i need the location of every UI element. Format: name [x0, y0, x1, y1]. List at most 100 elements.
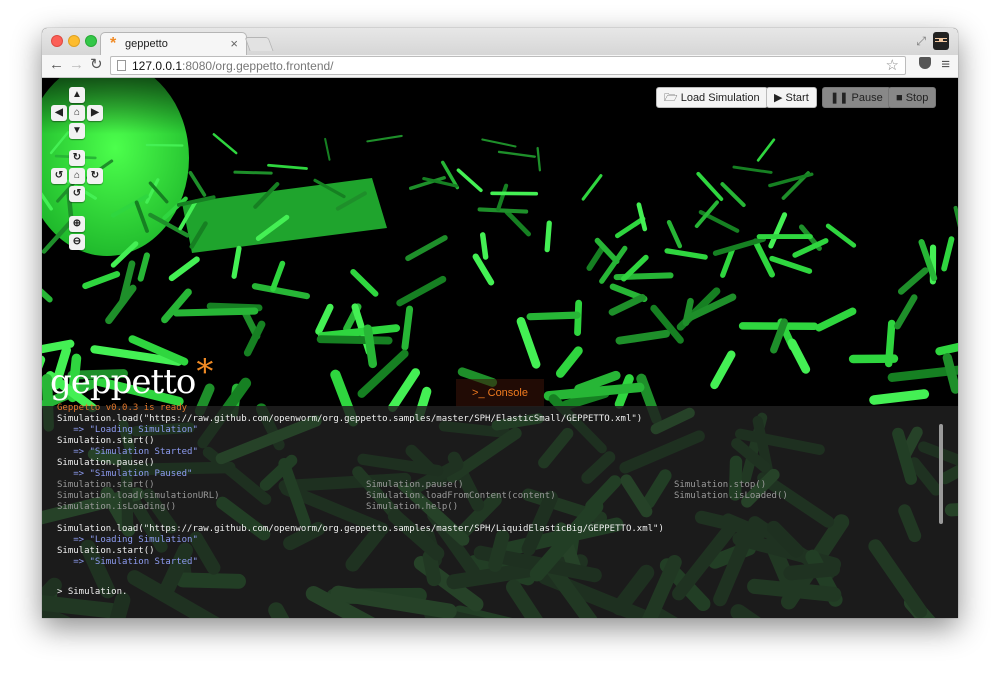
new-tab-button[interactable] — [244, 37, 274, 51]
neuron-branch — [206, 302, 263, 312]
neuron-branch — [787, 338, 811, 374]
neuron-branch — [615, 329, 670, 345]
neuron-branch — [894, 294, 918, 330]
rotate-up-button[interactable]: ↻ — [69, 150, 85, 166]
pan-right-button[interactable]: ▶ — [87, 105, 103, 121]
play-icon: ▶ — [774, 92, 786, 104]
back-arrow-icon[interactable]: ← — [49, 56, 64, 74]
pause-button[interactable]: ❚❚ Pause — [822, 87, 891, 108]
console-line: Simulation.pause() — [57, 458, 155, 468]
neuron-branch — [396, 275, 447, 307]
console-line: Simulation.start() — [57, 546, 155, 556]
stop-icon: ■ — [896, 92, 906, 104]
zoom-out-button[interactable]: ⊖ — [69, 234, 85, 250]
neuron-branch — [710, 350, 736, 390]
neuron-branch — [608, 294, 646, 316]
geppetto-logo: geppetto* — [50, 352, 213, 402]
console-input[interactable]: > Simulation. — [57, 587, 127, 598]
neuron-branch — [316, 335, 393, 345]
stop-button[interactable]: ■ Stop — [888, 87, 937, 108]
address-bar[interactable]: 127.0.0.1:8080/org.geppetto.frontend/ ☆ — [110, 56, 906, 75]
window-minimize-button[interactable] — [68, 35, 80, 47]
tab-title: geppetto — [125, 38, 168, 50]
console-output-line: => "Simulation Paused" — [57, 469, 193, 479]
extension-shield-icon[interactable] — [919, 57, 931, 69]
geppetto-viewport[interactable]: ▲ ◀ ⌂ ▶ ▼ ↻ ↺ ⌂ ↻ ↺ ⊕ ⊖ 🗁 Load Simulatio… — [42, 78, 958, 618]
start-button[interactable]: ▶ Start — [766, 87, 817, 108]
zoom-in-button[interactable]: ⊕ — [69, 216, 85, 232]
neuron-branch — [231, 245, 242, 279]
reload-icon[interactable]: ↻ — [90, 56, 103, 74]
neuron-branch — [664, 248, 708, 260]
neuron-branch — [869, 389, 930, 405]
neuron-branch — [720, 247, 735, 278]
rotate-left-button[interactable]: ↺ — [51, 168, 67, 184]
tab-close-icon[interactable]: × — [230, 36, 238, 51]
window-close-button[interactable] — [51, 35, 63, 47]
console-hint: Simulation.start() — [57, 480, 155, 490]
browser-toolbar: ← → ↻ 127.0.0.1:8080/org.geppetto.fronte… — [42, 55, 958, 78]
menu-icon[interactable]: ≡ — [941, 56, 950, 73]
neuron-branch — [350, 268, 379, 297]
neuron-branch — [479, 232, 489, 260]
neuron-branch — [942, 353, 958, 394]
neuron-branch — [388, 368, 421, 412]
window-maximize-button[interactable] — [85, 35, 97, 47]
pan-left-button[interactable]: ◀ — [51, 105, 67, 121]
console-scrollbar[interactable] — [939, 424, 943, 524]
neuron-branch — [401, 305, 414, 351]
url-text[interactable]: 127.0.0.1:8080/org.geppetto.frontend/ — [132, 59, 334, 73]
console-hint: Simulation.isLoaded() — [674, 491, 788, 501]
neuron-branch — [405, 235, 448, 262]
neuron-branch — [884, 319, 896, 368]
console-output-line: => "Loading Simulation" — [57, 425, 198, 435]
load-simulation-button[interactable]: 🗁 Load Simulation — [656, 87, 768, 108]
neuron-branch — [769, 255, 813, 274]
neuron-branch — [270, 260, 286, 292]
console-line: Simulation.start() — [57, 436, 155, 446]
neuron-branch — [42, 288, 53, 303]
rotate-home-button[interactable]: ⌂ — [69, 168, 85, 184]
console-output-line: => "Simulation Started" — [57, 447, 198, 457]
console-hint: Simulation.loadFromContent(content) — [366, 491, 556, 501]
rotate-right-button[interactable]: ↻ — [87, 168, 103, 184]
console-panel[interactable]: Geppetto v0.0.3 is ready Simulation.load… — [42, 403, 958, 618]
console-ready-line: Geppetto v0.0.3 is ready — [57, 403, 188, 413]
console-hint: Simulation.stop() — [674, 480, 767, 490]
neuron-branch — [251, 283, 310, 300]
console-hint: Simulation.help() — [366, 502, 459, 512]
console-line: Simulation.load("https://raw.github.com/… — [57, 524, 664, 534]
neuron-branch — [516, 316, 541, 369]
console-output-line: => "Simulation Started" — [57, 557, 198, 567]
neuron-branch — [168, 256, 200, 282]
console-toggle-tab[interactable]: >_ Console — [456, 379, 544, 407]
terminal-icon: >_ — [472, 387, 488, 399]
neuron-branch — [941, 236, 955, 272]
browser-window: * geppetto × ⤢ ← → ↻ 127.0.0.1:8080/org.… — [42, 28, 958, 618]
neuron-branch — [82, 271, 121, 290]
forward-arrow-icon[interactable]: → — [69, 56, 84, 74]
tab-strip: * geppetto × ⤢ — [42, 28, 958, 56]
browser-tab[interactable]: * geppetto × — [100, 32, 247, 56]
pan-up-button[interactable]: ▲ — [69, 87, 85, 103]
console-hint: Simulation.pause() — [366, 480, 464, 490]
fullscreen-icon[interactable]: ⤢ — [916, 34, 926, 49]
bookmark-star-icon[interactable]: ☆ — [886, 56, 899, 74]
rotate-down-button[interactable]: ↺ — [69, 186, 85, 202]
pan-down-button[interactable]: ▼ — [69, 123, 85, 139]
neuron-branch — [105, 284, 137, 325]
neuron-branch — [815, 307, 857, 332]
neuron-branch — [555, 346, 583, 378]
pan-home-button[interactable]: ⌂ — [69, 105, 85, 121]
neuron-branch — [472, 253, 495, 286]
console-hint: Simulation.load(simulationURL) — [57, 491, 220, 501]
neuron-branch — [173, 307, 259, 317]
neuron-branch — [526, 311, 581, 321]
pause-icon: ❚❚ — [830, 92, 852, 104]
page-icon — [117, 60, 126, 71]
profile-avatar-icon[interactable] — [930, 29, 952, 53]
console-output-line: => "Loading Simulation" — [57, 535, 198, 545]
geppetto-favicon-icon: * — [110, 35, 117, 52]
neuron-branch — [586, 245, 605, 271]
neuron-branch — [315, 303, 334, 335]
